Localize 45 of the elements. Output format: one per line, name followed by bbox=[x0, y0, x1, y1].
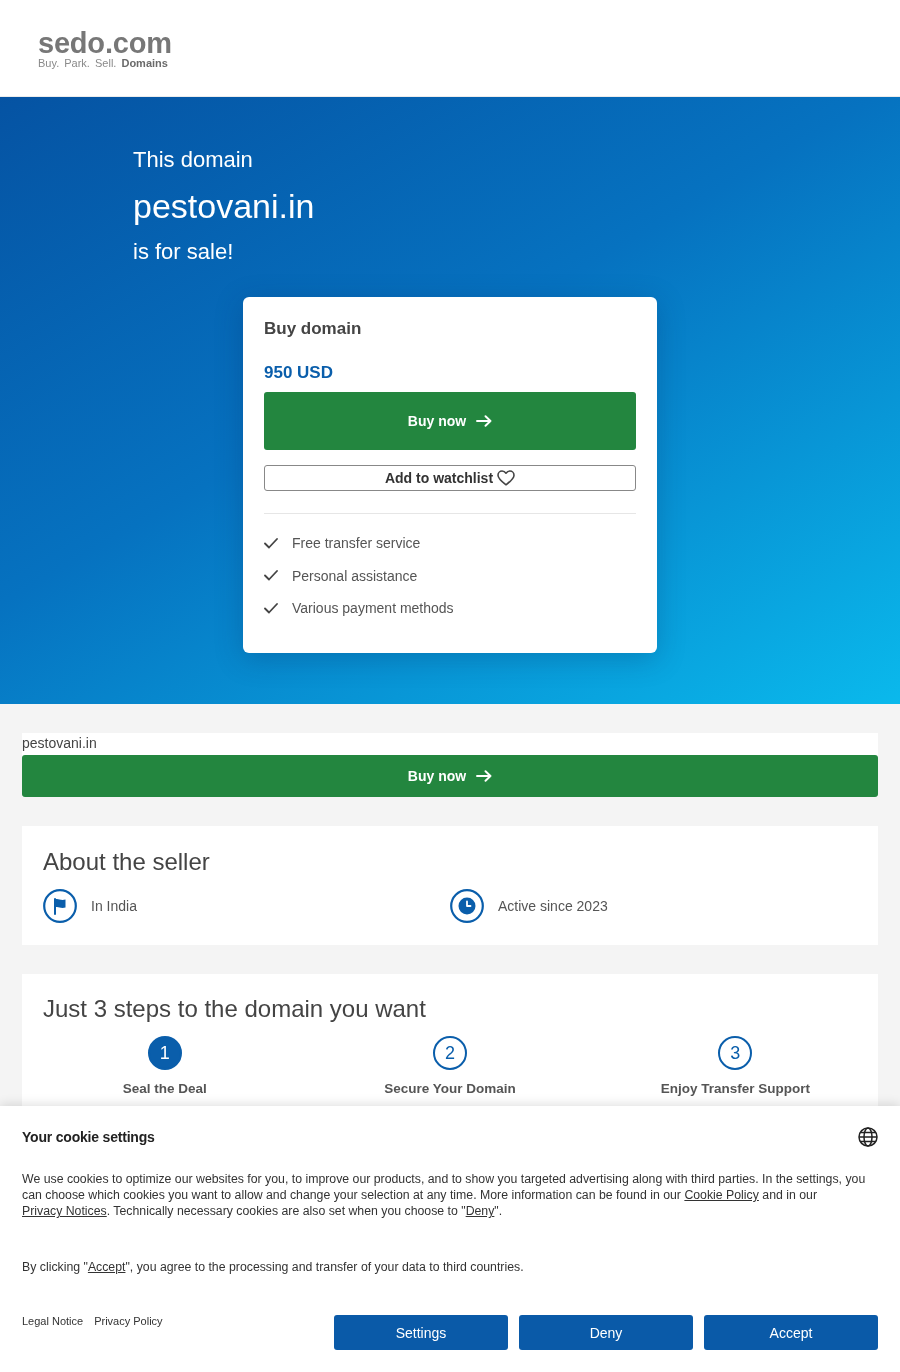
arrow-right-icon bbox=[476, 770, 493, 782]
text-link[interactable]: Accept bbox=[87, 1260, 126, 1274]
step-number: 1 bbox=[147, 1036, 182, 1070]
seller-fact: Active since 2023 bbox=[498, 898, 608, 914]
legal-notice-link[interactable]: Legal Notice bbox=[22, 1315, 84, 1327]
feature-text: Free transfer service bbox=[292, 534, 421, 553]
step-title: Enjoy Transfer Support bbox=[660, 1080, 810, 1098]
text-link[interactable]: Privacy Notices bbox=[22, 1204, 107, 1218]
settings-button[interactable]: Settings bbox=[334, 1315, 508, 1350]
step-title: Seal the Deal bbox=[122, 1080, 207, 1098]
cookie-title: Your cookie settings bbox=[22, 1128, 155, 1147]
card-title: Buy domain bbox=[264, 318, 363, 340]
feature-text: Various payment methods bbox=[292, 599, 454, 618]
cookie-notice-text: We use cookies to optimize our websites for you, to improve our products, and to show you targeted advertising along with third parties. In the settings, you can choose which cookies you want to allow and change your selection at any time. More information can be found in our Cookie Policy and in our Privacy Notices. Technically necessary cookies are also set when you choose to "Deny". bbox=[22, 1171, 867, 1219]
logo-wordmark[interactable]: sedo.com bbox=[38, 29, 172, 57]
buy-now-button[interactable]: Buy now bbox=[264, 392, 636, 450]
hero-intro-text: This domain bbox=[133, 146, 253, 174]
deny-button[interactable]: Deny bbox=[519, 1315, 693, 1350]
text-link[interactable]: Deny bbox=[465, 1204, 495, 1218]
step-title: Secure Your Domain bbox=[384, 1080, 516, 1098]
accept-button[interactable]: Accept bbox=[704, 1315, 878, 1350]
text-link[interactable]: Cookie Policy bbox=[684, 1188, 759, 1202]
consent-text: By clicking "Accept", you agree to the processing and transfer of your data to third countries. bbox=[22, 1259, 525, 1275]
globe-icon[interactable] bbox=[858, 1127, 878, 1147]
check-icon bbox=[264, 537, 278, 549]
section-title: About the seller bbox=[43, 847, 211, 877]
feature-text: Personal assistance bbox=[292, 566, 418, 586]
privacy-policy-link[interactable]: Privacy Policy bbox=[94, 1315, 163, 1327]
step-number: 3 bbox=[718, 1036, 753, 1070]
price-text: 950 USD bbox=[264, 362, 334, 384]
clock-icon bbox=[450, 889, 484, 923]
arrow-right-icon bbox=[476, 415, 493, 427]
check-icon bbox=[264, 602, 278, 614]
hero-sale-text: is for sale! bbox=[133, 238, 234, 266]
flag-icon bbox=[43, 889, 77, 923]
domain-name: pestovani.in bbox=[133, 186, 315, 227]
watchlist-button[interactable]: Add to watchlist bbox=[264, 465, 636, 491]
check-icon bbox=[264, 570, 278, 581]
section-title: Just 3 steps to the domain you want bbox=[42, 994, 427, 1024]
logo-tagline: Buy. Park. Sell. Domains bbox=[38, 57, 169, 69]
seller-fact: In India bbox=[91, 898, 137, 914]
step-number: 2 bbox=[433, 1036, 467, 1070]
domain-name: pestovani.in bbox=[22, 734, 98, 753]
buy-now-button[interactable]: Buy now bbox=[22, 755, 878, 797]
heart-icon bbox=[497, 470, 516, 486]
